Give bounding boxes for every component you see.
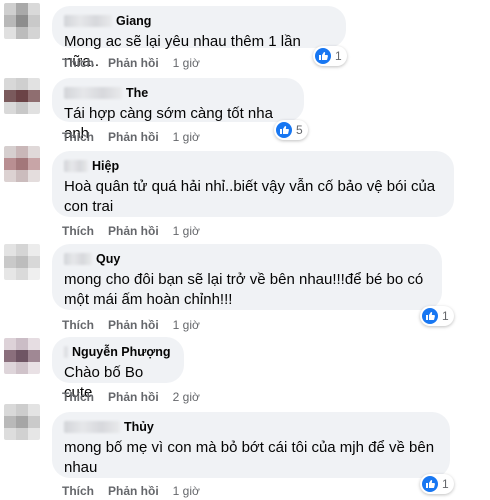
comment-actions: Thích Phản hồi 1 giờ xyxy=(62,318,200,332)
comment-actions: Thích Phản hồi 1 giờ xyxy=(62,224,200,238)
avatar[interactable] xyxy=(4,244,40,280)
like-button[interactable]: Thích xyxy=(62,130,94,144)
timestamp[interactable]: 1 giờ xyxy=(173,130,200,144)
like-icon xyxy=(315,48,331,64)
comment-bubble: The Tái hợp càng sớm càng tốt nha anh xyxy=(52,78,304,142)
timestamp[interactable]: 1 giờ xyxy=(173,56,200,70)
blurred-name-mask xyxy=(64,160,88,172)
comment-bubble: Quy mong cho đôi bạn sẽ lại trở về bên n… xyxy=(52,244,442,310)
reply-button[interactable]: Phản hồi xyxy=(108,484,159,498)
reaction-number: 1 xyxy=(442,309,449,323)
avatar[interactable] xyxy=(4,3,40,39)
avatar[interactable] xyxy=(4,338,40,374)
like-icon xyxy=(422,476,438,492)
comment-text: con trai xyxy=(64,198,114,215)
reaction-count[interactable]: 1 xyxy=(420,306,454,326)
commenter-name[interactable]: The xyxy=(126,86,148,100)
avatar[interactable] xyxy=(4,78,40,114)
reply-button[interactable]: Phản hồi xyxy=(108,56,159,70)
comment-actions: Thích Phản hồi 2 giờ xyxy=(62,390,200,404)
avatar[interactable] xyxy=(4,146,40,182)
comment-text: mong bố mẹ vì con mà bỏ bớt cái tôi của … xyxy=(64,439,435,456)
like-button[interactable]: Thích xyxy=(62,56,94,70)
reply-button[interactable]: Phản hồi xyxy=(108,318,159,332)
reaction-count[interactable]: 5 xyxy=(274,120,308,140)
blurred-name-mask xyxy=(64,15,112,27)
blurred-name-mask xyxy=(64,421,120,433)
reaction-count[interactable]: 1 xyxy=(420,474,454,494)
reaction-number: 1 xyxy=(335,49,342,63)
comment-actions: Thích Phản hồi 1 giờ xyxy=(62,56,200,70)
like-button[interactable]: Thích xyxy=(62,390,94,404)
comment-bubble: Giang Mong ac sẽ lại yêu nhau thêm 1 lần… xyxy=(52,6,346,70)
timestamp[interactable]: 1 giờ xyxy=(173,318,200,332)
like-icon xyxy=(422,308,438,324)
comment-actions: Thích Phản hồi 1 giờ xyxy=(62,130,200,144)
reaction-number: 5 xyxy=(296,123,303,137)
commenter-name[interactable]: Thủy xyxy=(124,420,154,434)
like-icon xyxy=(276,122,292,138)
like-button[interactable]: Thích xyxy=(62,224,94,238)
comment-text: Hoà quân tử quá hải nhỉ..biết vậy vẫn cố… xyxy=(64,178,436,195)
timestamp[interactable]: 1 giờ xyxy=(173,224,200,238)
commenter-name[interactable]: Quy xyxy=(96,252,120,266)
commenter-name[interactable]: Giang xyxy=(116,14,151,28)
avatar[interactable] xyxy=(4,404,40,440)
comment-bubble: Thủy mong bố mẹ vì con mà bỏ bớt cái tôi… xyxy=(52,412,450,478)
timestamp[interactable]: 2 giờ xyxy=(173,390,200,404)
comment-text: mong cho đôi bạn sẽ lại trở về bên nhau!… xyxy=(64,271,424,288)
commenter-name[interactable]: Nguyễn Phượng xyxy=(72,345,171,359)
blurred-name-mask xyxy=(64,87,122,99)
reply-button[interactable]: Phản hồi xyxy=(108,390,159,404)
timestamp[interactable]: 1 giờ xyxy=(173,484,200,498)
like-button[interactable]: Thích xyxy=(62,318,94,332)
comment-text: một mái ấm hoàn chỉnh!!! xyxy=(64,291,233,308)
comment-bubble: Hiệp Hoà quân tử quá hải nhỉ..biết vậy v… xyxy=(52,151,454,217)
comment-actions: Thích Phản hồi 1 giờ xyxy=(62,484,200,498)
reply-button[interactable]: Phản hồi xyxy=(108,130,159,144)
blurred-name-mask xyxy=(64,346,68,358)
reaction-count[interactable]: 1 xyxy=(313,46,347,66)
commenter-name[interactable]: Hiệp xyxy=(92,159,119,173)
comment-bubble: Nguyễn Phượng Chào bố Bo cute xyxy=(52,337,184,401)
blurred-name-mask xyxy=(64,253,92,265)
like-button[interactable]: Thích xyxy=(62,484,94,498)
reaction-number: 1 xyxy=(442,477,449,491)
comment-text: nhau xyxy=(64,459,98,476)
reply-button[interactable]: Phản hồi xyxy=(108,224,159,238)
